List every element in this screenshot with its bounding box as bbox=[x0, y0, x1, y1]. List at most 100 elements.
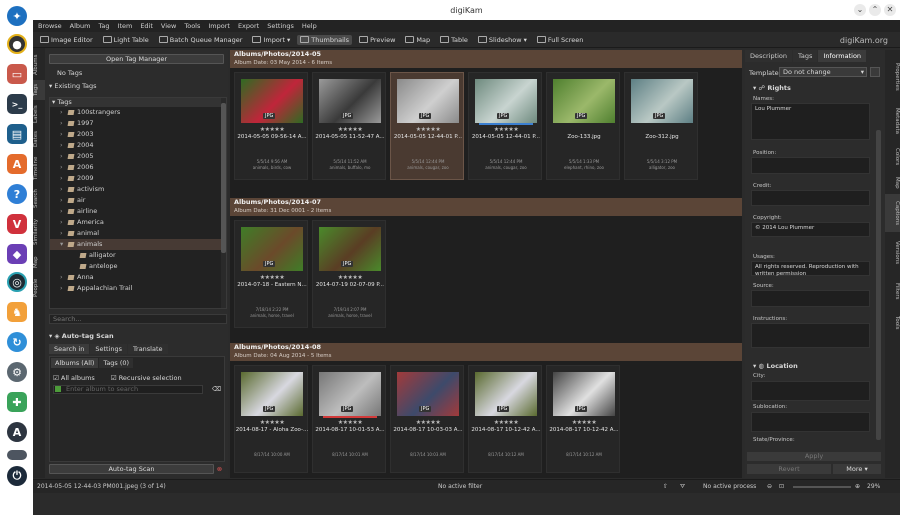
tag-tree-item[interactable]: ▾ animals bbox=[50, 239, 226, 250]
photo-stars[interactable]: ★★★★★ bbox=[235, 419, 309, 426]
tag-tree-item[interactable]: › 2003 bbox=[50, 129, 226, 140]
menu-import[interactable]: Import bbox=[208, 22, 230, 30]
full-screen-button[interactable]: Full Screen bbox=[534, 35, 587, 45]
tag-tree[interactable]: ▾ Tags › 100strangers › 1997 › 2003 › 2004 › 2005… bbox=[49, 97, 227, 309]
chevron-right-icon[interactable]: › bbox=[60, 217, 65, 228]
tab-translate[interactable]: Translate bbox=[128, 344, 168, 354]
tag-tree-item[interactable]: alligator bbox=[50, 250, 226, 261]
recursive-checkbox[interactable]: ☑ Recursive selection bbox=[111, 374, 182, 382]
chevron-right-icon[interactable]: › bbox=[60, 184, 65, 195]
help-icon[interactable]: ? bbox=[7, 184, 27, 204]
photo-thumbnail[interactable]: JPG ★★★★★ 2014-08-17 10-01-53 A... 8/17/14 … bbox=[312, 365, 386, 473]
tab-albums[interactable]: Albums bbox=[33, 52, 45, 78]
chevron-right-icon[interactable]: › bbox=[60, 151, 65, 162]
zoom-out-icon[interactable]: ⊖ bbox=[767, 483, 772, 490]
photo-thumbnail[interactable]: JPG ★★★★★ 2014-05-05 12-44-01 P... 5/5/14 1… bbox=[390, 72, 464, 180]
field-input[interactable]: © 2014 Lou Plummer bbox=[751, 222, 870, 237]
photo-thumbnail[interactable]: JPG ★★★★★ 2014-08-17 - Aloha Zoo-... 8/17/1… bbox=[234, 365, 308, 473]
tag-tree-item[interactable]: › America bbox=[50, 217, 226, 228]
album-group-header[interactable]: Albums/Photos/2014-05 Album Date: 03 May … bbox=[230, 50, 742, 68]
tag-tree-item[interactable]: › Anna bbox=[50, 272, 226, 283]
menu-export[interactable]: Export bbox=[238, 22, 259, 30]
tab-information[interactable]: Information bbox=[818, 50, 867, 62]
tab-search[interactable]: Search bbox=[33, 186, 45, 212]
tag-tree-item[interactable]: › airline bbox=[50, 206, 226, 217]
chevron-right-icon[interactable]: › bbox=[60, 129, 65, 140]
album-group-header[interactable]: Albums/Photos/2014-07 Album Date: 31 Dec … bbox=[230, 198, 742, 216]
tree-scrollbar[interactable] bbox=[221, 98, 226, 308]
tab-search-in[interactable]: Search in bbox=[49, 344, 90, 354]
thumbnail-view[interactable]: Albums/Photos/2014-05 Album Date: 03 May … bbox=[230, 50, 742, 478]
revert-button[interactable]: Revert bbox=[747, 464, 831, 474]
photo-stars[interactable]: ★★★★★ bbox=[235, 126, 309, 133]
field-input[interactable] bbox=[751, 157, 870, 174]
maximize-icon[interactable]: ⌃ bbox=[869, 4, 881, 16]
right-scrollbar[interactable] bbox=[876, 130, 881, 440]
zoom-in-icon[interactable]: ⊕ bbox=[855, 483, 860, 490]
photo-thumbnail[interactable]: JPG ★★★★★ 2014-08-17 10-03-03 A... 8/17/14 … bbox=[390, 365, 464, 473]
photo-thumbnail[interactable]: JPG Zoo-133.jpg 5/5/14 1:33 PM elephant, rh… bbox=[546, 72, 620, 180]
tag-tree-item[interactable]: › Appalachian Trail bbox=[50, 283, 226, 294]
chevron-down-icon[interactable]: ▾ bbox=[60, 239, 65, 250]
tab-similarity[interactable]: Similarity bbox=[33, 214, 45, 250]
photo-stars[interactable]: ★★★★★ bbox=[235, 274, 309, 281]
import-button[interactable]: Import ▾ bbox=[249, 35, 293, 45]
tab-timeline[interactable]: Timeline bbox=[33, 152, 45, 184]
vivaldi-icon[interactable]: V bbox=[7, 214, 27, 234]
photo-stars[interactable]: ★★★★★ bbox=[313, 126, 387, 133]
photo-thumbnail[interactable]: JPG ★★★★★ 2014-07-19 02-07-09 P... 7/19/14 … bbox=[312, 220, 386, 328]
field-input[interactable] bbox=[751, 190, 870, 206]
menu-album[interactable]: Album bbox=[70, 22, 91, 30]
subtab-albums[interactable]: Albums (All) bbox=[51, 358, 99, 368]
photo-stars[interactable]: ★★★★★ bbox=[391, 126, 465, 133]
tab-labels[interactable]: Labels bbox=[33, 102, 45, 126]
apply-button[interactable]: Apply bbox=[747, 452, 881, 461]
tab-settings[interactable]: Settings bbox=[90, 344, 127, 354]
funnel-icon[interactable]: ⛛ bbox=[680, 483, 685, 491]
more-button[interactable]: More ▾ bbox=[833, 464, 881, 474]
map-button[interactable]: Map bbox=[402, 35, 433, 45]
chevron-right-icon[interactable]: › bbox=[60, 283, 65, 294]
kde-icon[interactable]: ✦ bbox=[7, 6, 27, 26]
tab-dates[interactable]: Dates bbox=[33, 128, 45, 150]
chevron-right-icon[interactable]: › bbox=[60, 118, 65, 129]
tab-versions[interactable]: Versions bbox=[885, 234, 900, 272]
chevron-right-icon[interactable]: › bbox=[60, 107, 65, 118]
menu-settings[interactable]: Settings bbox=[267, 22, 294, 30]
chevron-right-icon[interactable]: › bbox=[60, 140, 65, 151]
table-button[interactable]: Table bbox=[437, 35, 471, 45]
location-field-input[interactable] bbox=[751, 381, 870, 401]
software-center-icon[interactable]: A bbox=[7, 154, 27, 174]
location-field-input[interactable] bbox=[751, 412, 870, 432]
share-icon[interactable]: ↻ bbox=[7, 332, 27, 352]
image-editor-button[interactable]: Image Editor bbox=[37, 35, 96, 45]
audio-player-icon[interactable]: ● bbox=[7, 34, 27, 54]
tag-tree-item[interactable]: › 2005 bbox=[50, 151, 226, 162]
chevron-right-icon[interactable]: › bbox=[60, 272, 65, 283]
photo-stars[interactable]: ★★★★★ bbox=[469, 126, 543, 133]
menu-view[interactable]: View bbox=[161, 22, 176, 30]
photo-stars[interactable]: ★★★★★ bbox=[313, 274, 387, 281]
open-tag-manager-button[interactable]: Open Tag Manager bbox=[49, 54, 224, 64]
menu-tag[interactable]: Tag bbox=[99, 22, 110, 30]
settings-icon[interactable]: ⚙ bbox=[7, 362, 27, 382]
photo-thumbnail[interactable]: JPG ★★★★★ 2014-05-05 11-52-47 A... 5/5/14 1… bbox=[312, 72, 386, 180]
file-manager-icon[interactable]: ▭ bbox=[7, 64, 27, 84]
tag-tree-item[interactable]: › air bbox=[50, 195, 226, 206]
album-group-header[interactable]: Albums/Photos/2014-08 Album Date: 04 Aug … bbox=[230, 343, 742, 361]
album-search-input[interactable]: Enter album to search bbox=[53, 385, 203, 394]
photo-stars[interactable]: ★★★★★ bbox=[313, 419, 387, 426]
puzzle-icon[interactable]: ✚ bbox=[7, 392, 27, 412]
subtab-tags[interactable]: Tags (0) bbox=[99, 358, 134, 368]
menu-item[interactable]: Item bbox=[118, 22, 133, 30]
notes-icon[interactable]: ▤ bbox=[7, 124, 27, 144]
field-input[interactable] bbox=[751, 323, 870, 348]
edit-template-icon[interactable] bbox=[870, 67, 880, 77]
tab-filters[interactable]: Filters bbox=[885, 274, 900, 308]
rights-header[interactable]: ▾ ☍ Rights bbox=[753, 84, 791, 92]
tab-metadata[interactable]: Metadata bbox=[885, 102, 900, 140]
photo-stars[interactable]: ★★★★★ bbox=[391, 419, 465, 426]
kangaroo-icon[interactable]: ♞ bbox=[7, 302, 27, 322]
photo-stars[interactable]: ★★★★★ bbox=[547, 419, 621, 426]
field-input[interactable]: All rights reserved. Reproduction with w… bbox=[751, 261, 870, 277]
